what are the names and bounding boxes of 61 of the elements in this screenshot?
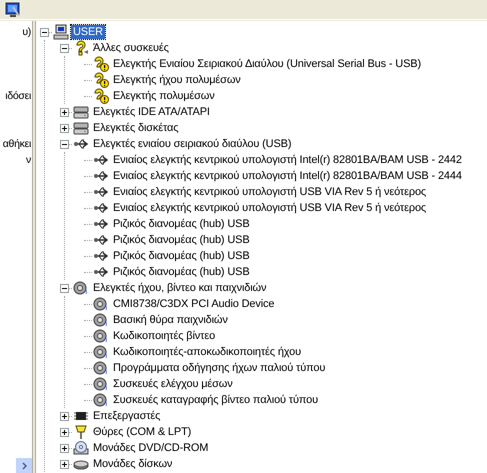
expand-button[interactable] bbox=[60, 412, 68, 420]
plus-icon bbox=[60, 444, 68, 452]
plus-icon bbox=[60, 108, 68, 116]
expand-button[interactable] bbox=[60, 124, 68, 132]
tree-item[interactable]: Κωδικοποιητές βίντεο bbox=[111, 329, 218, 343]
tree-item[interactable]: Ενιαίος ελεγκτής κεντρικού υπολογιστή Intel(r) 82801BA/BAM USB - 2444 bbox=[111, 169, 464, 183]
tree-item[interactable]: USER bbox=[71, 25, 105, 39]
device-label: αθήκει bbox=[2, 137, 31, 152]
tree-item[interactable]: Ελεγκτές ήχου, βίντεο και παιχνιδιών bbox=[91, 281, 268, 295]
tree-item[interactable]: Ενιαίος ελεγκτής κεντρικού υπολογιστή Intel(r) 82801BA/BAM USB - 2442 bbox=[111, 153, 464, 167]
collapse-button[interactable] bbox=[60, 44, 68, 52]
tree-item[interactable]: CMI8738/C3DX PCI Audio Device bbox=[111, 297, 276, 311]
tree-item[interactable]: Επεξεργαστές bbox=[91, 409, 162, 423]
speaker-icon bbox=[73, 280, 89, 296]
port-icon bbox=[73, 424, 89, 440]
collapse-button[interactable] bbox=[40, 28, 48, 36]
device-label: υ) bbox=[22, 25, 31, 40]
expand-button[interactable] bbox=[60, 444, 68, 452]
tree-item[interactable]: Μονάδες DVD/CD-ROM bbox=[91, 441, 210, 455]
tree-item[interactable]: Ελεγκτής ήχου πολυμέσων bbox=[111, 73, 243, 87]
tree-item[interactable]: Θύρες (COM & LPT) bbox=[91, 425, 194, 439]
tree-item[interactable]: Βασική θύρα παιχνιδιών bbox=[111, 313, 230, 327]
expand-button[interactable] bbox=[60, 460, 68, 468]
collapse-button[interactable] bbox=[60, 140, 68, 148]
cd-icon bbox=[73, 440, 89, 456]
chevron-icon bbox=[22, 462, 26, 470]
plus-icon bbox=[60, 124, 68, 132]
plus-icon bbox=[60, 412, 68, 420]
tree-item[interactable]: Ριζικός διανομέας (hub) USB bbox=[111, 217, 252, 231]
tree-item[interactable]: Ριζικός διανομέας (hub) USB bbox=[111, 233, 252, 247]
tree-item[interactable]: Ελεγκτής Ενιαίου Σειριακού Διαύλου (Universal Serial Bus - USB) bbox=[111, 57, 423, 71]
question-warning-icon bbox=[93, 72, 109, 88]
tree-item[interactable]: Κωδικοποιητές-αποκωδικοποιητές ήχου bbox=[111, 345, 303, 359]
tree-item[interactable]: Ριζικός διανομέας (hub) USB bbox=[111, 249, 252, 263]
expand-button[interactable] bbox=[60, 428, 68, 436]
expand-button[interactable] bbox=[60, 108, 68, 116]
plus-icon bbox=[60, 428, 68, 436]
tree-item[interactable]: Ελεγκτές ενιαίου σειριακού διαύλου (USB) bbox=[91, 137, 294, 151]
tree-item[interactable]: Ενιαίος ελεγκτής κεντρικού υπολογιστή USB VIA Rev 5 ή νεότερος bbox=[111, 185, 428, 199]
device-label: ν bbox=[26, 153, 31, 168]
tree-item[interactable]: Ενιαίος ελεγκτής κεντρικού υπολογιστή USB VIA Rev 5 ή νεότερος bbox=[111, 201, 428, 215]
tree-item[interactable]: Ελεγκτές δισκέτας bbox=[91, 121, 180, 135]
scroll-right-button[interactable] bbox=[16, 458, 32, 473]
tree-item[interactable]: Συσκευές καταγραφής βίντεο παλιού τύπου bbox=[111, 393, 320, 407]
question-warning-icon bbox=[93, 88, 109, 104]
drive-icon bbox=[73, 104, 89, 120]
question-warning-icon bbox=[93, 56, 109, 72]
properties-button[interactable] bbox=[4, 1, 22, 19]
tree-item[interactable]: Άλλες συσκευές bbox=[91, 41, 171, 55]
tree-item[interactable]: Ελεγκτής πολυμέσων bbox=[111, 89, 217, 103]
tree-item[interactable]: Συσκευές ελέγχου μέσων bbox=[111, 377, 235, 391]
monitor-icon bbox=[5, 2, 21, 18]
device-label: ιδόσει bbox=[5, 89, 31, 104]
tree-item[interactable]: Ριζικός διανομέας (hub) USB bbox=[111, 265, 252, 279]
plus-icon bbox=[60, 460, 68, 468]
drive-icon bbox=[73, 120, 89, 136]
tree-item[interactable]: Ελεγκτές IDE ATA/ATAPI bbox=[91, 105, 212, 119]
collapse-button[interactable] bbox=[60, 284, 68, 292]
computer-icon bbox=[53, 24, 69, 40]
tree-item[interactable]: Μονάδες δίσκων bbox=[91, 457, 174, 471]
tree-item[interactable]: Προγράμματα οδήγησης ήχων παλιού τύπου bbox=[111, 361, 328, 375]
